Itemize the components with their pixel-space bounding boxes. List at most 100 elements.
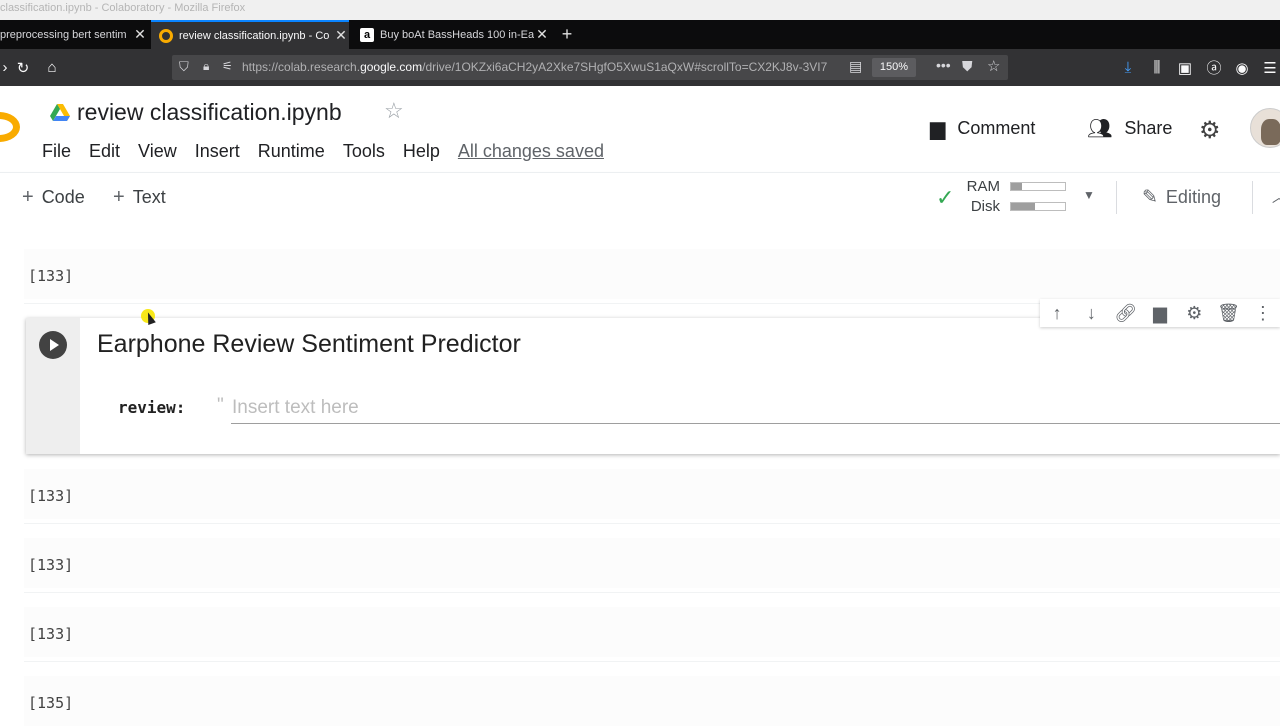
browser-tab-strip: preprocessing bert sentim ✕ review class… bbox=[0, 20, 1280, 49]
cell-gutter bbox=[26, 318, 80, 454]
colab-logo[interactable] bbox=[0, 112, 20, 142]
notebook-title[interactable]: review classification.ipynb bbox=[77, 99, 342, 126]
account-icon[interactable]: ◉ bbox=[1232, 49, 1252, 86]
cell-separator bbox=[24, 661, 1280, 662]
share-button[interactable]: 👥︎ Share bbox=[1087, 116, 1172, 141]
pocket-icon[interactable]: ⛊ bbox=[962, 58, 973, 75]
review-field-label: review: bbox=[118, 398, 186, 417]
close-icon[interactable]: ✕ bbox=[333, 27, 349, 44]
drive-icon[interactable] bbox=[50, 104, 70, 122]
tab-review-classification[interactable]: review classification.ipynb - Co ✕ bbox=[151, 20, 349, 49]
close-icon[interactable]: ✕ bbox=[132, 26, 148, 43]
window-titlebar: classification.ipynb - Colaboratory - Mo… bbox=[0, 0, 1280, 20]
more-actions-icon[interactable]: ••• bbox=[936, 57, 951, 73]
library-icon[interactable]: ⫼ bbox=[1147, 49, 1167, 86]
menu-insert[interactable]: Insert bbox=[195, 141, 240, 162]
add-text-label: Text bbox=[132, 187, 166, 207]
save-status-link[interactable]: All changes saved bbox=[458, 141, 604, 162]
reader-view-icon[interactable]: ▤ bbox=[849, 58, 862, 75]
move-up-icon[interactable]: ↑ bbox=[1040, 303, 1074, 324]
add-code-button[interactable]: + Code bbox=[22, 186, 85, 209]
menu-icon[interactable]: ☰ bbox=[1260, 49, 1280, 86]
lock-icon[interactable]: 🔒︎ bbox=[203, 59, 209, 74]
menu-help[interactable]: Help bbox=[403, 141, 440, 162]
cell-separator bbox=[24, 592, 1280, 593]
back-icon[interactable]: › bbox=[0, 49, 10, 86]
menu-runtime[interactable]: Runtime bbox=[258, 141, 325, 162]
add-code-label: Code bbox=[41, 187, 85, 207]
shield-icon[interactable]: ⛉ bbox=[179, 59, 189, 75]
editing-label: Editing bbox=[1165, 187, 1221, 207]
add-text-button[interactable]: + Text bbox=[113, 186, 166, 209]
collapsed-cell[interactable]: [135] bbox=[24, 676, 1280, 726]
collapsed-cell[interactable]: [133] bbox=[24, 538, 1280, 588]
reload-icon[interactable]: ↻ bbox=[13, 49, 33, 86]
amazon-extension-icon[interactable]: ⓐ bbox=[1204, 49, 1224, 86]
zoom-level[interactable]: 150% bbox=[872, 58, 916, 77]
trash-icon[interactable]: 🗑︎ bbox=[1211, 303, 1245, 324]
comment-button[interactable]: ▆ Comment bbox=[930, 116, 1035, 141]
home-icon[interactable]: ⌂ bbox=[42, 49, 62, 86]
toolbar-divider bbox=[1252, 181, 1253, 214]
permissions-icon[interactable]: ⚟ bbox=[222, 59, 233, 73]
menu-file[interactable]: File bbox=[42, 141, 71, 162]
menu-bar: File Edit View Insert Runtime Tools Help… bbox=[42, 141, 622, 162]
avatar[interactable] bbox=[1250, 108, 1280, 148]
disk-usage-bar[interactable] bbox=[1010, 202, 1066, 211]
more-vert-icon[interactable]: ⋮ bbox=[1246, 303, 1280, 324]
url-bar[interactable]: ⛉ 🔒︎ ⚟ https://colab.research.google.com… bbox=[172, 55, 1008, 80]
comment-icon[interactable]: ▆ bbox=[1143, 303, 1177, 324]
menu-tools[interactable]: Tools bbox=[343, 141, 385, 162]
disk-usage-fill bbox=[1011, 203, 1036, 210]
notebook-area: [133] Earphone Review Sentiment Predicto… bbox=[0, 221, 1280, 726]
url-text[interactable]: https://colab.research.google.com/drive/… bbox=[242, 60, 834, 74]
star-icon[interactable]: ☆ bbox=[384, 98, 404, 124]
share-label: Share bbox=[1124, 118, 1173, 138]
menu-edit[interactable]: Edit bbox=[89, 141, 120, 162]
collapsed-cell[interactable]: [133] bbox=[24, 469, 1280, 519]
tab-preprocessing[interactable]: preprocessing bert sentim ✕ bbox=[0, 20, 148, 49]
bookmark-star-icon[interactable]: ☆ bbox=[987, 57, 1000, 75]
chevron-down-icon[interactable]: ▼ bbox=[1083, 188, 1095, 202]
people-icon: 👥︎ bbox=[1087, 118, 1113, 140]
collapsed-cell[interactable]: [133] bbox=[24, 249, 1280, 299]
amazon-icon: a bbox=[360, 27, 374, 42]
run-cell-button[interactable] bbox=[39, 331, 67, 359]
link-icon[interactable]: 🔗︎ bbox=[1109, 303, 1143, 324]
gear-icon[interactable]: ⚙ bbox=[1177, 303, 1211, 324]
cell-separator bbox=[24, 523, 1280, 524]
comment-icon: ▆ bbox=[930, 118, 946, 140]
form-cell[interactable]: Earphone Review Sentiment Predictor revi… bbox=[26, 318, 1280, 454]
collapsed-cell[interactable]: [133] bbox=[24, 607, 1280, 657]
tab-title: preprocessing bert sentim bbox=[0, 28, 127, 41]
ram-usage-fill bbox=[1011, 183, 1022, 190]
comment-label: Comment bbox=[957, 118, 1036, 138]
chevron-up-icon[interactable]: ︿ bbox=[1272, 187, 1280, 207]
review-input[interactable] bbox=[231, 392, 1280, 424]
ram-usage-bar[interactable] bbox=[1010, 182, 1066, 191]
execution-count: [133] bbox=[28, 267, 74, 285]
avatar-figure bbox=[1261, 119, 1280, 145]
tab-amazon[interactable]: a Buy boAt BassHeads 100 in-Ear ✕ bbox=[352, 20, 550, 49]
string-quote-mark: " bbox=[217, 395, 224, 416]
toolbar-divider bbox=[1116, 181, 1117, 214]
tab-title: Buy boAt BassHeads 100 in-Ear bbox=[380, 28, 534, 41]
move-down-icon[interactable]: ↓ bbox=[1074, 303, 1108, 324]
settings-button[interactable]: ⚙ bbox=[1199, 116, 1233, 145]
execution-count: [133] bbox=[28, 487, 74, 505]
sidebar-icon[interactable]: ▣ bbox=[1175, 49, 1195, 86]
plus-icon: + bbox=[113, 186, 125, 208]
close-icon[interactable]: ✕ bbox=[534, 26, 550, 43]
menu-view[interactable]: View bbox=[138, 141, 177, 162]
new-tab-button[interactable]: + bbox=[558, 20, 576, 49]
editing-mode-button[interactable]: ✎ Editing bbox=[1142, 186, 1221, 209]
gear-icon: ⚙ bbox=[1199, 117, 1221, 144]
execution-count: [133] bbox=[28, 625, 74, 643]
notebook-toolbar: + Code + Text ✓ RAM Disk ▼ ✎ Editing ︿ bbox=[0, 172, 1280, 221]
download-icon[interactable]: ⤓ bbox=[1118, 49, 1138, 86]
execution-count: [135] bbox=[28, 694, 74, 712]
connected-check-icon[interactable]: ✓ bbox=[936, 185, 954, 211]
plus-icon: + bbox=[22, 186, 34, 208]
window-title: classification.ipynb - Colaboratory - Mo… bbox=[0, 2, 246, 14]
url-suffix: /drive/1OKZxi6aCH2yA2Xke7SHgfO5XwuS1aQxW… bbox=[422, 60, 828, 74]
